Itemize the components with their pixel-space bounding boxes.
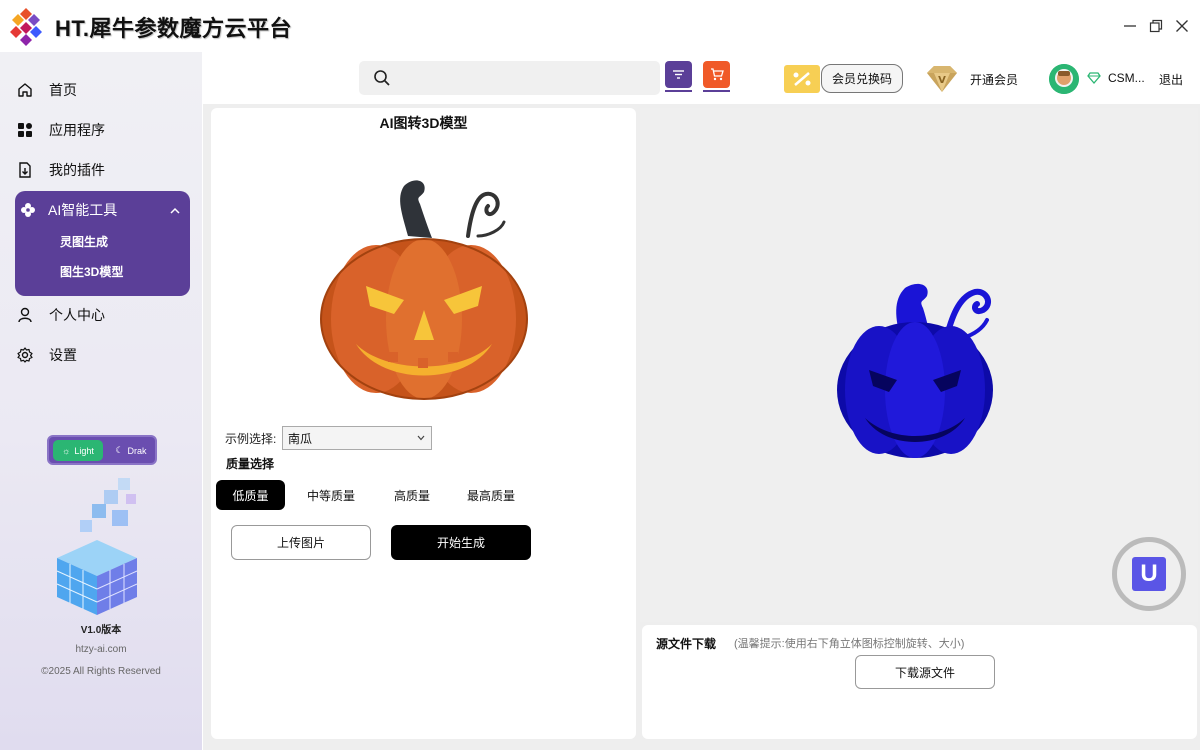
sidebar-item-settings[interactable]: 设置 bbox=[16, 339, 191, 371]
coupon-icon bbox=[784, 65, 820, 93]
sidebar-item-label: 首页 bbox=[49, 82, 77, 98]
moon-icon: ☾ bbox=[115, 445, 124, 455]
sidebar-item-label: 个人中心 bbox=[49, 307, 105, 323]
logout-link[interactable]: 退出 bbox=[1159, 71, 1183, 88]
version-label: V1.0版本 bbox=[80, 625, 122, 636]
sidebar-subitem-image-gen[interactable]: 灵图生成 bbox=[60, 233, 108, 250]
avatar[interactable] bbox=[1049, 64, 1079, 94]
flower-icon bbox=[19, 201, 37, 219]
filter-button[interactable] bbox=[665, 61, 692, 92]
sidebar-item-label: 我的插件 bbox=[49, 162, 105, 178]
site-url: htzy-ai.com bbox=[75, 644, 127, 655]
download-source-button[interactable]: 下载源文件 bbox=[855, 655, 995, 689]
vip-crown-icon: V bbox=[927, 66, 957, 92]
source-download-panel: 源文件下载 (温馨提示:使用右下角立体图标控制旋转、大小) 下载源文件 bbox=[642, 625, 1197, 739]
cart-icon bbox=[710, 68, 724, 81]
sidebar-group-ai-tools: AI智能工具 灵图生成 图生3D模型 bbox=[15, 191, 190, 296]
sidebar-item-ai-tools[interactable]: AI智能工具 bbox=[15, 195, 190, 225]
upload-image-button[interactable]: 上传图片 bbox=[231, 525, 371, 560]
user-name[interactable]: CSM... bbox=[1108, 71, 1145, 85]
diamond-icon bbox=[1087, 72, 1101, 84]
avatar-image-icon bbox=[1049, 64, 1079, 94]
home-icon bbox=[16, 81, 34, 99]
search-icon bbox=[374, 70, 390, 86]
example-select[interactable]: 南瓜 bbox=[282, 426, 432, 450]
example-select-value: 南瓜 bbox=[288, 431, 313, 446]
redeem-code-button[interactable]: 会员兑换码 bbox=[821, 64, 903, 93]
title-bar: HT.犀牛参数魔方云平台 bbox=[0, 0, 1200, 52]
sidebar-item-profile[interactable]: 个人中心 bbox=[16, 299, 191, 331]
plugin-icon bbox=[16, 161, 34, 179]
3d-model-render[interactable] bbox=[835, 278, 1005, 463]
download-title: 源文件下载 bbox=[656, 637, 717, 651]
start-generate-button[interactable]: 开始生成 bbox=[391, 525, 531, 560]
image-to-3d-panel: AI图转3D模型 示例选择: 南瓜 质量选择 低质量 中等质量 高质量 最高质量… bbox=[211, 108, 636, 739]
minimize-icon bbox=[1124, 25, 1136, 27]
example-select-label: 示例选择: bbox=[225, 432, 277, 446]
sun-icon: ☼ bbox=[62, 445, 71, 456]
theme-light-button[interactable]: ☼ Light bbox=[53, 440, 103, 461]
panel-title: AI图转3D模型 bbox=[379, 115, 468, 131]
sidebar-item-plugins[interactable]: 我的插件 bbox=[16, 154, 191, 186]
sidebar-item-label: 应用程序 bbox=[49, 122, 105, 138]
copyright-text: ©2025 All Rights Reserved bbox=[41, 666, 161, 677]
chevron-down-icon bbox=[417, 435, 425, 441]
rotate-scale-control[interactable]: U bbox=[1112, 537, 1186, 611]
cart-button[interactable] bbox=[703, 61, 730, 92]
sidebar-item-apps[interactable]: 应用程序 bbox=[16, 114, 191, 146]
sidebar: 首页 应用程序 我的插件 AI智能工具 灵图生成 图生3D模型 个人中心 设置 … bbox=[0, 52, 202, 750]
minimize-button[interactable] bbox=[1118, 14, 1142, 38]
search-box bbox=[359, 61, 660, 95]
theme-toggle: ☼ Light ☾ Drak bbox=[47, 435, 157, 465]
restore-button[interactable] bbox=[1144, 14, 1168, 38]
search-input[interactable] bbox=[399, 67, 649, 89]
close-icon bbox=[1176, 20, 1188, 32]
chevron-up-icon[interactable] bbox=[170, 206, 180, 216]
apps-icon bbox=[16, 121, 34, 139]
filter-icon bbox=[673, 70, 684, 79]
svg-text:V: V bbox=[938, 75, 946, 86]
app-title: HT.犀牛参数魔方云平台 bbox=[55, 16, 293, 41]
quality-option-highest[interactable]: 最高质量 bbox=[456, 480, 526, 510]
sidebar-subitem-image-to-3d[interactable]: 图生3D模型 bbox=[60, 263, 123, 280]
pumpkin-image bbox=[320, 180, 528, 400]
sidebar-item-label: AI智能工具 bbox=[48, 202, 118, 218]
3d-control-icon: U bbox=[1132, 557, 1166, 591]
open-membership-link[interactable]: 开通会员 bbox=[970, 71, 1018, 88]
theme-dark-label: Drak bbox=[127, 445, 147, 456]
theme-dark-button[interactable]: ☾ Drak bbox=[107, 440, 155, 461]
quality-option-medium[interactable]: 中等质量 bbox=[296, 480, 366, 510]
sidebar-item-home[interactable]: 首页 bbox=[16, 74, 191, 106]
quality-option-high[interactable]: 高质量 bbox=[377, 480, 447, 510]
cube-illustration-icon bbox=[56, 478, 138, 615]
download-hint: (温馨提示:使用右下角立体图标控制旋转、大小) bbox=[734, 638, 965, 650]
close-button[interactable] bbox=[1170, 14, 1194, 38]
sidebar-item-label: 设置 bbox=[49, 347, 77, 363]
quality-select-label: 质量选择 bbox=[226, 457, 275, 471]
user-icon bbox=[16, 306, 34, 324]
3d-preview-viewport[interactable]: U bbox=[640, 108, 1198, 622]
gear-icon bbox=[16, 346, 34, 364]
theme-light-label: Light bbox=[74, 445, 94, 456]
app-logo-icon bbox=[10, 8, 42, 46]
quality-option-low[interactable]: 低质量 bbox=[216, 480, 285, 510]
restore-icon bbox=[1149, 19, 1163, 33]
